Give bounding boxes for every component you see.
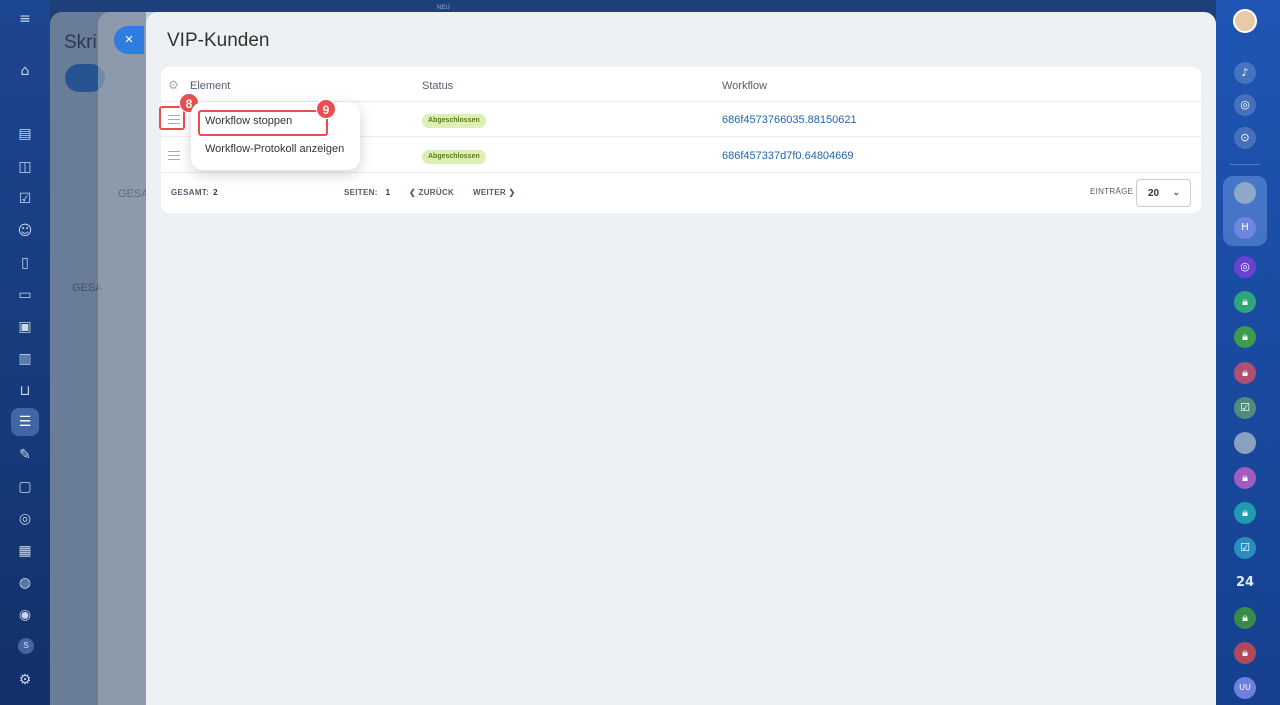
highlight-stop-workflow	[198, 110, 328, 136]
status-badge: Abgeschlossen	[422, 114, 486, 128]
contact-initial-h[interactable]: H	[1234, 217, 1256, 239]
back-button[interactable]: ❮ ZURÜCK	[409, 188, 454, 197]
column-header-workflow[interactable]: Workflow	[722, 80, 767, 92]
settings-icon[interactable]: ⚙	[15, 670, 35, 690]
divider	[1230, 164, 1260, 165]
pages-value: 1	[385, 188, 391, 197]
user-initial-icon[interactable]: S	[18, 638, 34, 654]
contact-avatar[interactable]	[1234, 182, 1256, 204]
task-chat-icon[interactable]: ☑	[1234, 537, 1256, 559]
automation-icon[interactable]: ☰	[15, 412, 35, 432]
right-sidebar: ♪ ◎ ⊙ H ◎ 🔒︎ 🔒︎ 🔒︎ ☑ 🔒︎ 🔒︎ ☑ 24 🔒︎ 🔒︎ UU	[1216, 0, 1280, 705]
inventory-icon[interactable]: ▭	[15, 285, 35, 305]
bot-icon[interactable]: ◍	[15, 573, 35, 593]
entries-label: EINTRÄGE	[1090, 187, 1134, 196]
menu-icon[interactable]: ≡	[15, 9, 35, 29]
contact-initial-uu[interactable]: UU	[1234, 677, 1256, 699]
bell-icon[interactable]: ♪	[1234, 62, 1256, 84]
back-label: ZURÜCK	[418, 188, 455, 197]
lock-chat-icon[interactable]: 🔒︎	[1234, 642, 1256, 664]
column-header-status[interactable]: Status	[422, 80, 453, 92]
lock-chat-icon[interactable]: 🔒︎	[1234, 326, 1256, 348]
goals-icon[interactable]: ◉	[15, 605, 35, 625]
contact-avatar[interactable]	[1234, 432, 1256, 454]
close-slider-button[interactable]: ×	[114, 26, 144, 54]
contacts-icon[interactable]: ☺	[15, 221, 35, 241]
chevron-left-icon: ❮	[409, 188, 417, 197]
page-count: SEITEN: 1	[344, 188, 390, 197]
new-badge: NEU	[437, 5, 450, 11]
workflow-link[interactable]: 686f4573766035.88150621	[722, 114, 857, 126]
entries-value: 20	[1148, 188, 1160, 199]
next-label: WEITER	[473, 188, 506, 197]
chat-icon[interactable]: ◫	[15, 157, 35, 177]
left-sidebar: ≡ ⌂ ▤ ◫ ☑ ☺ ▯ ▭ ▣ ▥ ⊔ ☰ ✎ ▢ ◎ ▦ ◍ ◉ S ⚙	[0, 0, 50, 705]
activity-icon[interactable]: ◎	[1234, 94, 1256, 116]
lock-chat-icon[interactable]: 🔒︎	[1234, 502, 1256, 524]
column-header-element[interactable]: Element	[190, 80, 230, 92]
chevron-right-icon: ❯	[508, 188, 516, 197]
user-avatar[interactable]	[1233, 9, 1257, 33]
lock-chat-icon[interactable]: 🔒︎	[1234, 467, 1256, 489]
next-button[interactable]: WEITER ❯	[473, 188, 515, 197]
divider	[161, 172, 1201, 173]
analytics-icon[interactable]: ▥	[15, 349, 35, 369]
step-marker-9: 9	[316, 99, 336, 119]
pages-label: SEITEN:	[344, 188, 378, 197]
page-title: VIP-Kunden	[167, 30, 270, 51]
search-chat-icon[interactable]: ⊙	[1234, 127, 1256, 149]
lock-chat-icon[interactable]: 🔒︎	[1234, 291, 1256, 313]
menu-item-show-log[interactable]: Workflow-Protokoll anzeigen	[205, 143, 344, 155]
edit-icon[interactable]: ✎	[15, 445, 35, 465]
total-label: GESAMT:	[171, 188, 210, 197]
lock-chat-icon[interactable]: 🔒︎	[1234, 362, 1256, 384]
bitrix24-icon[interactable]: 24	[1234, 572, 1256, 594]
projects-icon[interactable]: ▣	[15, 317, 35, 337]
gear-icon[interactable]: ⚙	[168, 78, 179, 92]
chevron-down-icon: ⌄	[1172, 187, 1180, 197]
cards-icon[interactable]: ▢	[15, 477, 35, 497]
status-badge: Abgeschlossen	[422, 150, 486, 164]
shop-icon[interactable]: ⊔	[15, 381, 35, 401]
calendar-icon[interactable]: ▦	[15, 541, 35, 561]
home-icon[interactable]: ⌂	[15, 61, 35, 81]
total-value: 2	[213, 188, 218, 197]
lock-chat-icon[interactable]: 🔒︎	[1234, 607, 1256, 629]
feed-icon[interactable]: ▤	[15, 124, 35, 144]
channel-icon[interactable]: ◎	[1234, 256, 1256, 278]
forms-icon[interactable]: ◎	[15, 509, 35, 529]
documents-icon[interactable]: ▯	[15, 253, 35, 273]
row-menu-icon[interactable]	[168, 151, 180, 161]
entries-per-page-select[interactable]: 20 ⌄	[1136, 179, 1191, 207]
tasks-icon[interactable]: ☑	[15, 189, 35, 209]
total-count: GESAMT: 2	[171, 188, 218, 197]
dim-overlay	[50, 12, 146, 705]
workflow-link[interactable]: 686f457337d7f0.64804669	[722, 150, 854, 162]
task-chat-icon[interactable]: ☑	[1234, 397, 1256, 419]
